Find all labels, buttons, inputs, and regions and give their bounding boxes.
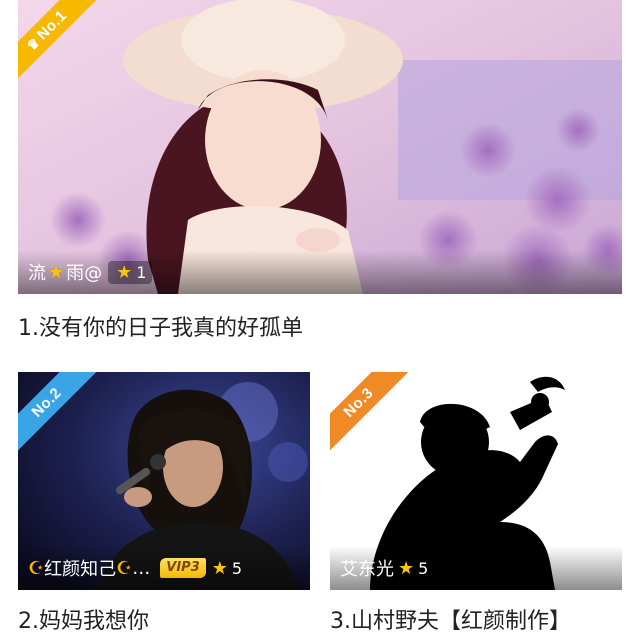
song-card-3[interactable]: No.3 艾东光 ★ 5 bbox=[330, 372, 622, 590]
level-badge: ★ 1 bbox=[108, 260, 153, 284]
rank-label: No.3 bbox=[340, 384, 377, 421]
song-title-1[interactable]: 1.没有你的日子我真的好孤单 bbox=[18, 310, 303, 342]
level-value: 1 bbox=[136, 262, 147, 282]
vip-badge: VIP3 bbox=[160, 558, 206, 578]
crescent-star-icon: ☪ bbox=[28, 557, 45, 579]
rank-ribbon-1: ♛No.1 bbox=[18, 0, 108, 90]
star-icon: ★ bbox=[211, 557, 228, 579]
crescent-star-icon: ☪ bbox=[116, 557, 133, 579]
level-value: 5 bbox=[231, 558, 243, 578]
author-name: 流 bbox=[28, 263, 46, 284]
star-icon: ★ bbox=[48, 261, 65, 283]
star-icon: ★ bbox=[398, 557, 415, 579]
rank-ribbon-2: No.2 bbox=[18, 372, 108, 462]
song-card-1[interactable]: ♛No.1 流 ★ 雨@ ★ 1 bbox=[18, 0, 622, 294]
song-title-2[interactable]: 2.妈妈我想你 bbox=[18, 603, 149, 635]
rank-label: No.1 bbox=[33, 7, 71, 44]
song-title-3[interactable]: 3.山村野夫【红颜制作】 bbox=[330, 603, 571, 635]
author-bar-3: 艾东光 ★ 5 bbox=[330, 546, 622, 590]
star-icon: ★ bbox=[116, 261, 133, 283]
author-name: 红颜知己 bbox=[44, 559, 117, 580]
author-bar-1: 流 ★ 雨@ ★ 1 bbox=[18, 250, 622, 294]
rank-ribbon-3: No.3 bbox=[330, 372, 420, 462]
song-card-2[interactable]: No.2 ☪ 红颜知己 ☪ … VIP3 ★ 5 bbox=[18, 372, 310, 590]
rank-label: No.2 bbox=[28, 384, 65, 421]
author-name-ellipsis: … bbox=[132, 557, 151, 579]
author-bar-2: ☪ 红颜知己 ☪ … VIP3 ★ 5 bbox=[18, 546, 310, 590]
level-value: 5 bbox=[418, 558, 429, 578]
author-name-suffix: 雨@ bbox=[66, 263, 103, 284]
author-name: 艾东光 bbox=[340, 559, 394, 580]
